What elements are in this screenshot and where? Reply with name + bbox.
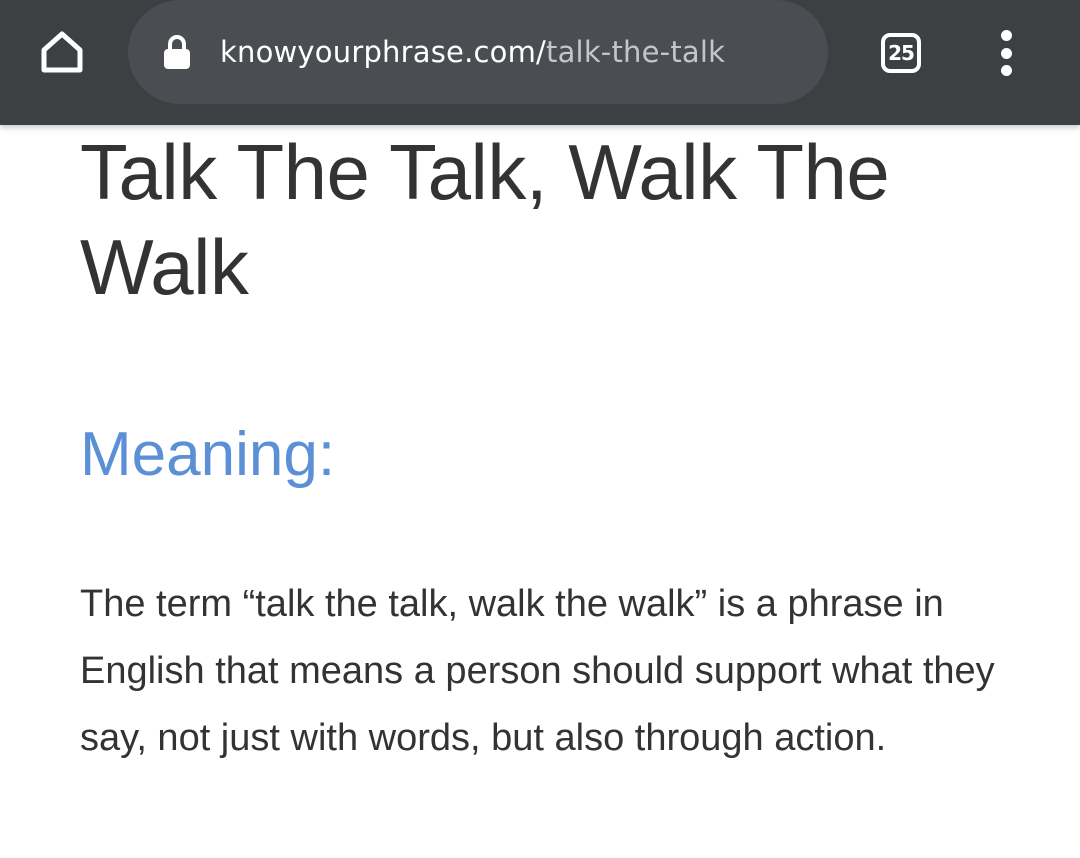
- browser-toolbar: knowyourphrase.com/talk-the-talk 25: [0, 0, 1080, 125]
- url-text: knowyourphrase.com/talk-the-talk: [220, 28, 725, 76]
- more-vert-icon-dot: [1000, 65, 1012, 76]
- url-domain: knowyourphrase.com/: [220, 35, 547, 69]
- home-icon: [41, 31, 83, 73]
- meaning-heading: Meaning:: [80, 420, 336, 489]
- meaning-paragraph: The term “talk the talk, walk the walk” …: [80, 583, 995, 759]
- url-path: talk-the-talk: [546, 35, 726, 69]
- address-bar[interactable]: knowyourphrase.com/talk-the-talk: [128, 0, 828, 104]
- page-title: Talk The Talk, Walk The Walk: [80, 128, 890, 311]
- more-menu-button[interactable]: [986, 28, 1026, 78]
- lock-icon: [164, 35, 190, 69]
- tab-count: 25: [888, 41, 915, 65]
- home-button[interactable]: [34, 22, 90, 82]
- more-vert-icon-dot: [1000, 47, 1012, 59]
- tab-switcher-icon: 25: [881, 33, 921, 73]
- more-vert-icon: [1000, 30, 1012, 41]
- tab-switcher-button[interactable]: 25: [876, 28, 926, 78]
